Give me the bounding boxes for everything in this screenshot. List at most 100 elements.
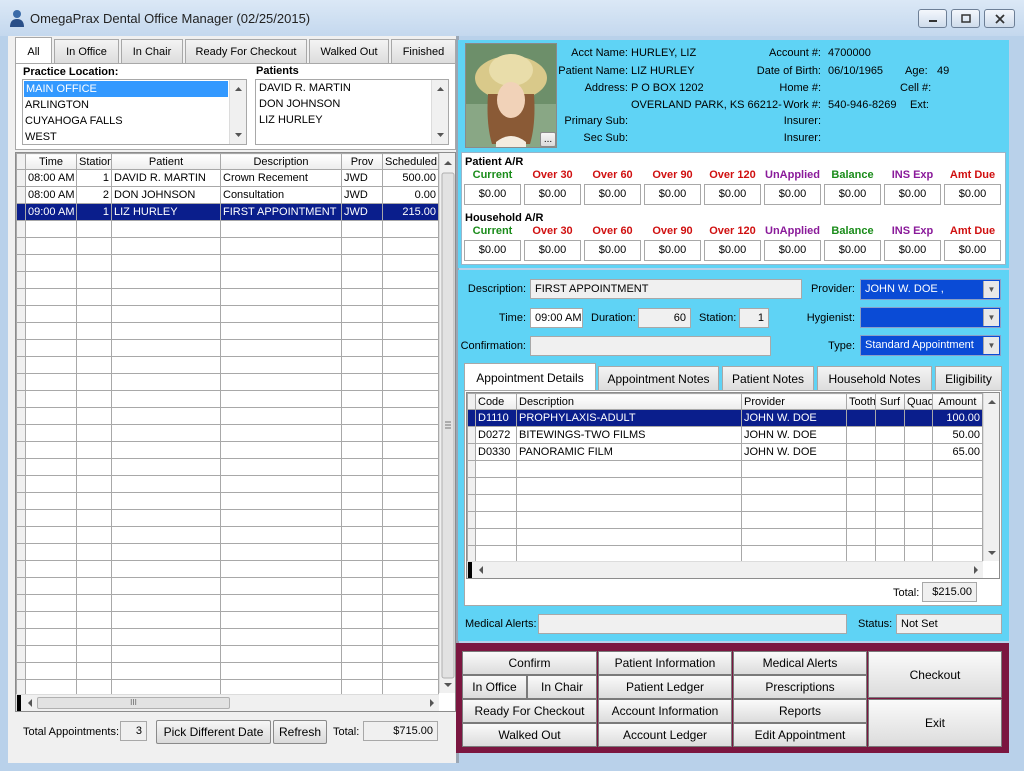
cell-code: D0272 <box>475 426 517 444</box>
tab-household-notes[interactable]: Household Notes <box>817 366 932 391</box>
list-item[interactable]: ARLINGTON <box>23 97 246 113</box>
col-header-prov[interactable]: Prov <box>341 153 383 170</box>
table-row-selected[interactable]: 09:00 AM 1 LIZ HURLEY FIRST APPOINTMENT … <box>16 203 439 221</box>
empty-row <box>16 322 439 340</box>
procedures-vscrollbar[interactable] <box>983 393 999 561</box>
change-photo-button[interactable]: ... <box>540 132 556 147</box>
col-header-patient[interactable]: Patient <box>111 153 221 170</box>
household-ar-value: $0.00 <box>584 240 641 261</box>
medical-alerts-button[interactable]: Medical Alerts <box>733 651 867 675</box>
pick-different-date-button[interactable]: Pick Different Date <box>156 720 271 744</box>
empty-row <box>16 237 439 255</box>
tab-ready-for-checkout[interactable]: Ready For Checkout <box>185 39 307 64</box>
list-item[interactable]: LIZ HURLEY <box>256 112 448 128</box>
cell-quad <box>904 443 933 461</box>
empty-row <box>16 407 439 425</box>
procedures-total-label: Total: <box>893 587 920 599</box>
tab-in-chair[interactable]: In Chair <box>121 39 183 64</box>
household-ar-header: Over 60 <box>592 225 633 237</box>
cell-prov: JWD <box>341 203 383 221</box>
col-header-surf[interactable]: Surf <box>875 393 905 410</box>
in-office-button[interactable]: In Office <box>462 675 527 699</box>
ready-for-checkout-button[interactable]: Ready For Checkout <box>462 699 597 723</box>
tab-finished[interactable]: Finished <box>391 39 456 64</box>
col-header-scheduled[interactable]: Scheduled <box>382 153 439 170</box>
close-button[interactable] <box>984 9 1015 28</box>
col-header-description[interactable]: Description <box>516 393 742 410</box>
walked-out-button[interactable]: Walked Out <box>462 723 597 747</box>
col-header-time[interactable]: Time <box>25 153 77 170</box>
table-row-selected[interactable]: D1110 PROPHYLAXIS-ADULT JOHN W. DOE 100.… <box>467 409 983 427</box>
list-item[interactable]: MAIN OFFICE <box>24 81 228 97</box>
station-field[interactable]: 1 <box>739 308 769 328</box>
table-row[interactable]: D0330 PANORAMIC FILM JOHN W. DOE 65.00 <box>467 443 983 461</box>
medical-alerts-field[interactable] <box>538 614 847 634</box>
tab-walked-out[interactable]: Walked Out <box>309 39 389 64</box>
patient-information-button[interactable]: Patient Information <box>598 651 732 675</box>
maximize-button[interactable] <box>951 9 980 28</box>
description-field[interactable]: FIRST APPOINTMENT <box>530 279 802 299</box>
station-label: Station: <box>699 312 737 324</box>
tab-patient-notes[interactable]: Patient Notes <box>722 366 814 391</box>
cell-scheduled: 0.00 <box>382 186 439 204</box>
procedures-hscrollbar[interactable] <box>467 561 983 578</box>
cell-station: 1 <box>76 203 112 221</box>
empty-row <box>467 494 983 512</box>
refresh-button[interactable]: Refresh <box>273 720 327 744</box>
location-scrollbar[interactable] <box>229 80 246 144</box>
cell-description: FIRST APPOINTMENT <box>220 203 342 221</box>
minimize-button[interactable] <box>918 9 947 28</box>
reports-button[interactable]: Reports <box>733 699 867 723</box>
account-information-button[interactable]: Account Information <box>598 699 732 723</box>
tab-appointment-details[interactable]: Appointment Details <box>464 363 596 391</box>
table-row[interactable]: 08:00 AM 1 DAVID R. MARTIN Crown Recemen… <box>16 169 439 187</box>
practice-location-list[interactable]: MAIN OFFICE ARLINGTON CUYAHOGA FALLS WES… <box>22 79 247 145</box>
list-item[interactable]: CUYAHOGA FALLS <box>23 113 246 129</box>
list-item[interactable]: WEST <box>23 129 246 144</box>
cell-prov: JWD <box>341 169 383 187</box>
schedule-grid[interactable]: Time Station Patient Description Prov Sc… <box>15 152 456 712</box>
hscroll-thumb[interactable]: III <box>37 697 230 709</box>
confirm-button[interactable]: Confirm <box>462 651 597 675</box>
empty-row <box>16 577 439 595</box>
tab-all[interactable]: All <box>15 37 52 65</box>
checkout-button[interactable]: Checkout <box>868 651 1002 698</box>
empty-row <box>16 356 439 374</box>
table-row[interactable]: D0272 BITEWINGS-TWO FILMS JOHN W. DOE 50… <box>467 426 983 444</box>
col-header-provider[interactable]: Provider <box>741 393 847 410</box>
confirmation-field[interactable] <box>530 336 771 356</box>
account-ledger-button[interactable]: Account Ledger <box>598 723 732 747</box>
address-line2: OVERLAND PARK, KS 66212- <box>631 99 782 111</box>
provider-select[interactable]: JOHN W. DOE , ▼ <box>860 279 1001 300</box>
list-item[interactable]: DAVID R. MARTIN <box>256 80 448 96</box>
col-header-tooth[interactable]: Tooth <box>846 393 876 410</box>
tab-in-office[interactable]: In Office <box>54 39 119 64</box>
col-header-code[interactable]: Code <box>475 393 517 410</box>
exit-button[interactable]: Exit <box>868 699 1002 747</box>
status-field[interactable]: Not Set <box>896 614 1002 634</box>
col-header-station[interactable]: Station <box>76 153 112 170</box>
schedule-vscrollbar[interactable] <box>439 153 455 693</box>
tab-eligibility[interactable]: Eligibility <box>935 366 1002 391</box>
col-header-amount[interactable]: Amount <box>932 393 983 410</box>
col-header-description[interactable]: Description <box>220 153 342 170</box>
procedures-grid[interactable]: Code Description Provider Tooth Surf Qua… <box>466 392 1000 579</box>
duration-field[interactable]: 60 <box>638 308 691 328</box>
table-row[interactable]: 08:00 AM 2 DON JOHNSON Consultation JWD … <box>16 186 439 204</box>
patient-ledger-button[interactable]: Patient Ledger <box>598 675 732 699</box>
patients-list[interactable]: DAVID R. MARTIN DON JOHNSON LIZ HURLEY <box>255 79 449 145</box>
patients-scrollbar[interactable] <box>431 80 448 144</box>
empty-row <box>16 645 439 663</box>
prescriptions-button[interactable]: Prescriptions <box>733 675 867 699</box>
hygienist-select[interactable]: ▼ <box>860 307 1001 328</box>
schedule-hscrollbar[interactable]: III <box>16 694 439 711</box>
col-header-quad[interactable]: Quad <box>904 393 933 410</box>
tab-appointment-notes[interactable]: Appointment Notes <box>598 366 719 391</box>
edit-appointment-button[interactable]: Edit Appointment <box>733 723 867 747</box>
close-icon <box>994 13 1005 24</box>
time-field[interactable]: 09:00 AM <box>530 308 583 328</box>
list-item[interactable]: DON JOHNSON <box>256 96 448 112</box>
empty-row <box>16 390 439 408</box>
in-chair-button[interactable]: In Chair <box>527 675 597 699</box>
type-select[interactable]: Standard Appointment ▼ <box>860 335 1001 356</box>
